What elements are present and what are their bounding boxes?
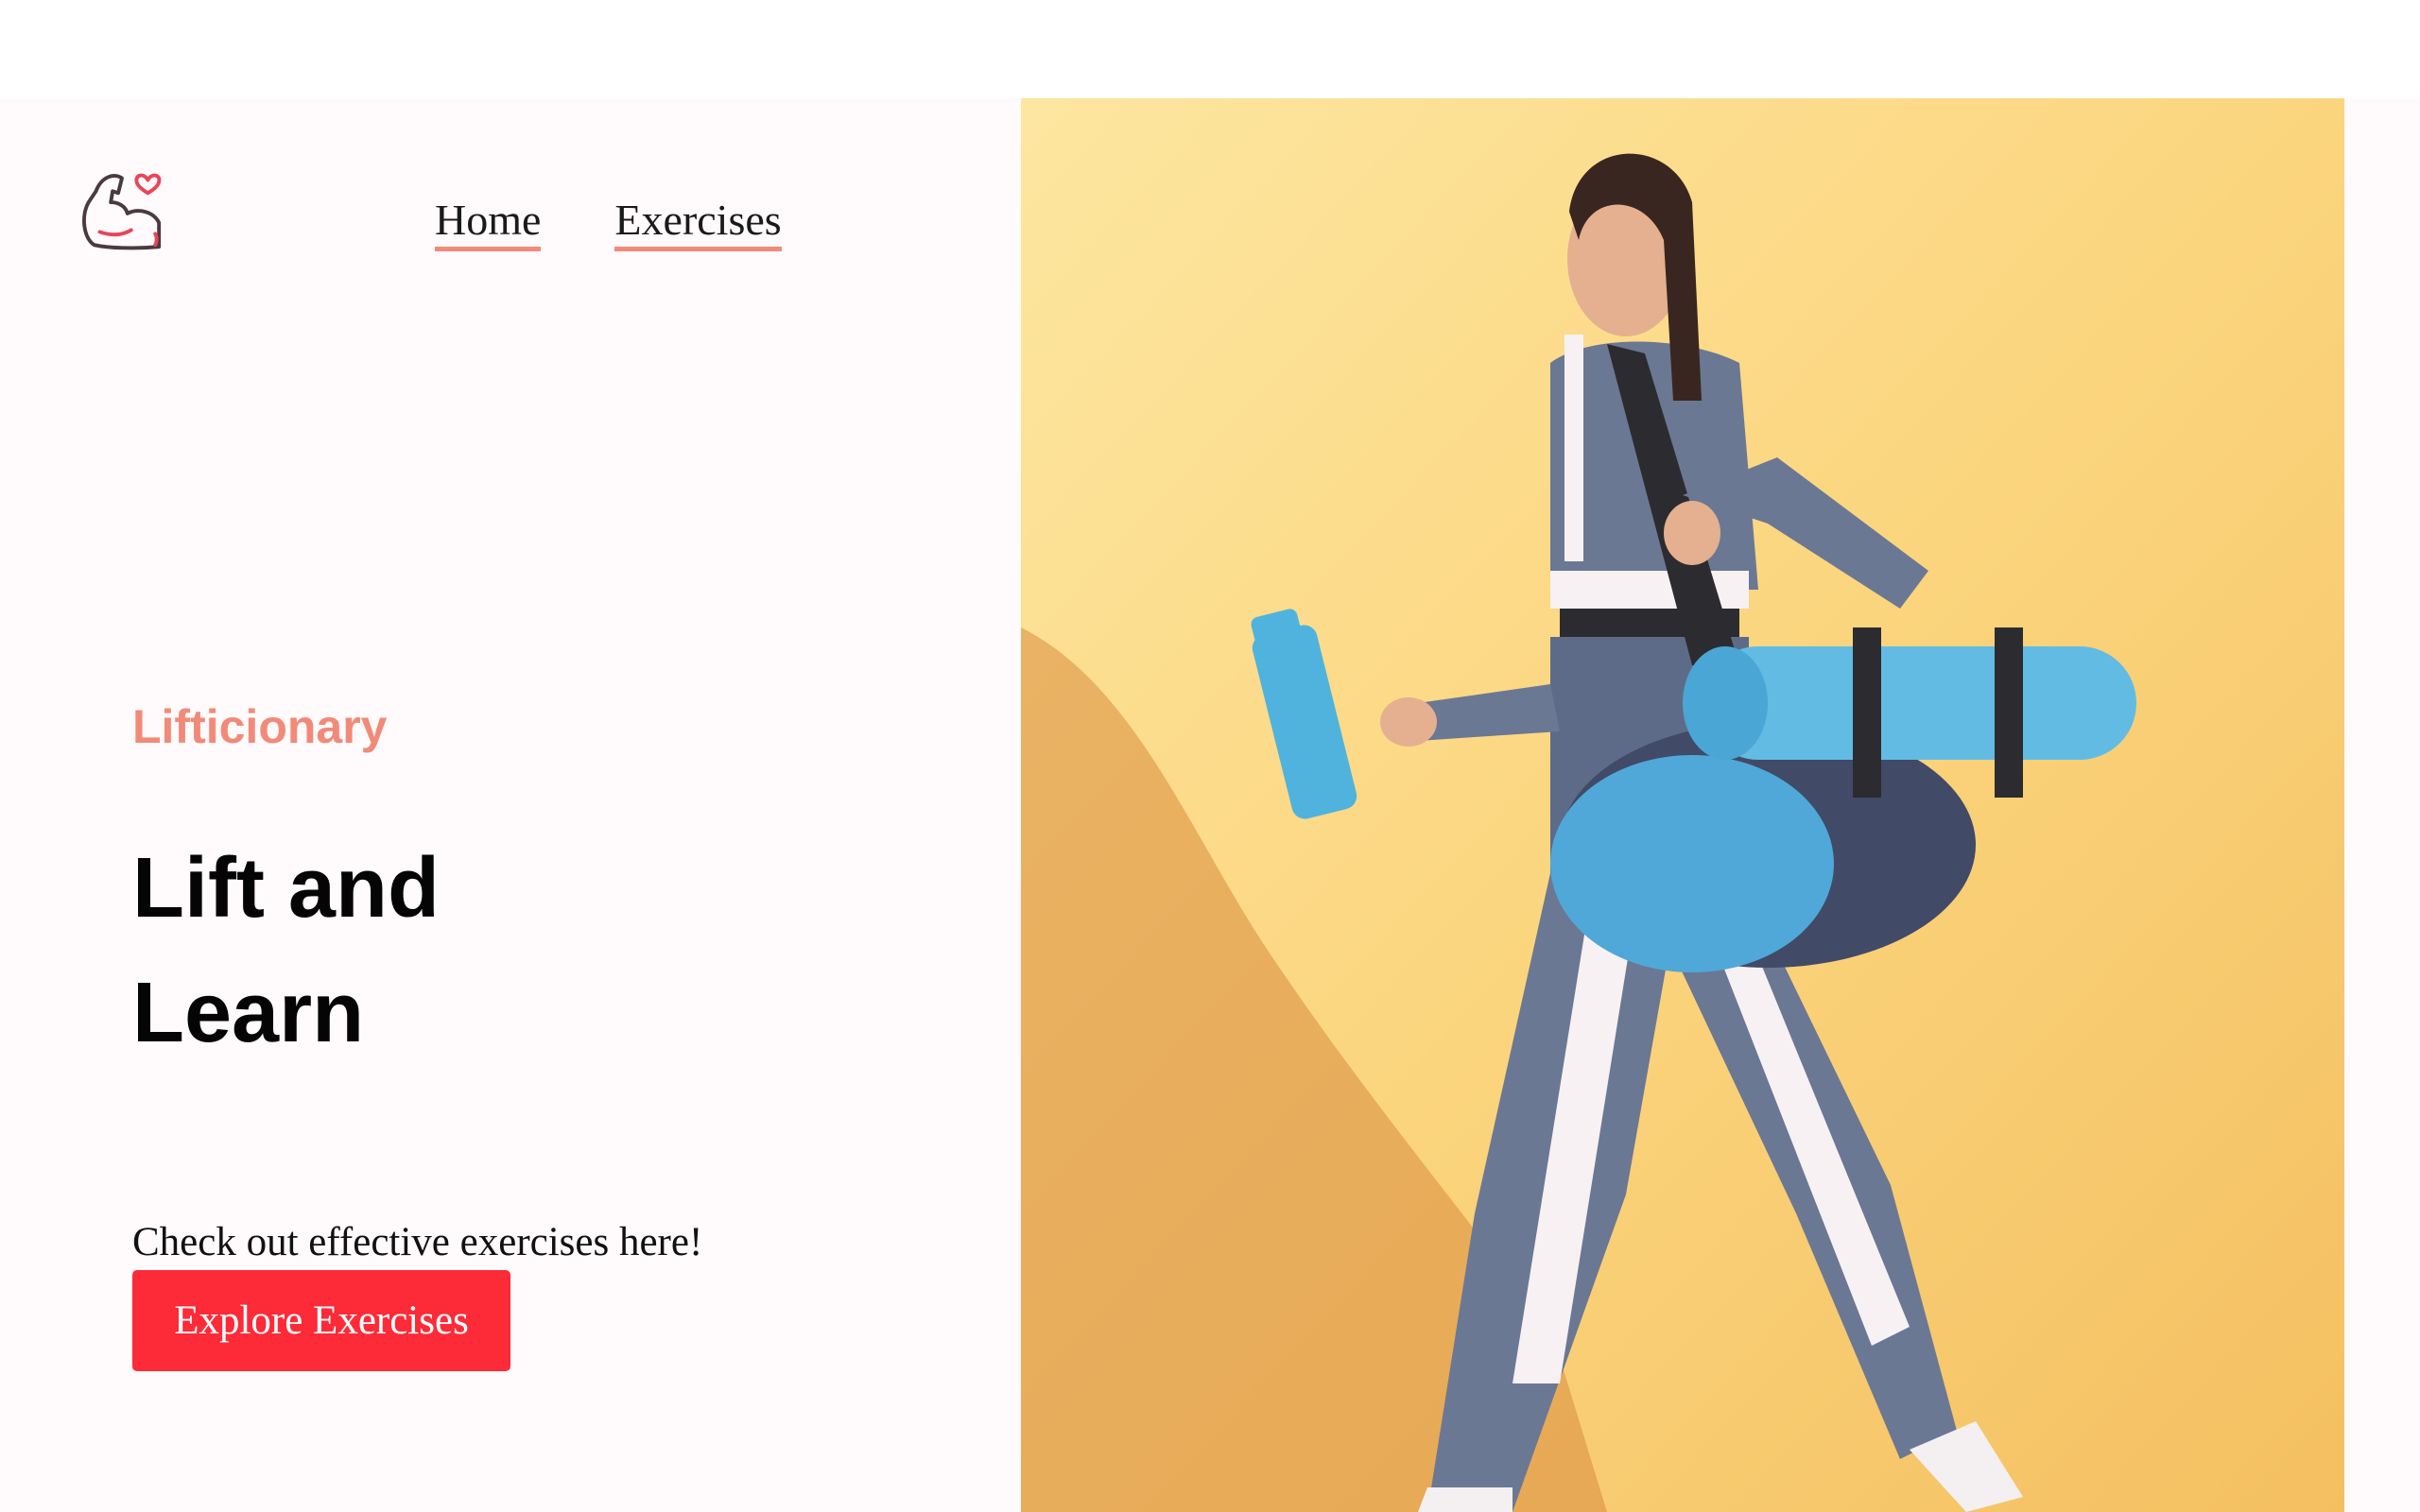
hero-headline: Lift and Learn <box>132 841 440 1060</box>
explore-exercises-button[interactable]: Explore Exercises <box>132 1270 510 1371</box>
logo-flexed-arm-heart-icon[interactable] <box>74 157 166 255</box>
flexed-arm-heart-icon <box>82 173 162 250</box>
hero-photo <box>1021 98 2344 1512</box>
nav-exercises-link[interactable]: Exercises <box>614 196 782 251</box>
main-nav: Home Exercises <box>435 196 782 251</box>
woman-walking-with-gym-bag-image <box>1021 98 2344 1512</box>
hero-subtext: Check out effective exercises here! <box>132 1220 703 1264</box>
nav-home-link[interactable]: Home <box>435 196 542 251</box>
hero-section: Home Exercises Lifticionary Lift and Lea… <box>0 98 2420 1512</box>
brand-name: Lifticionary <box>132 700 388 753</box>
